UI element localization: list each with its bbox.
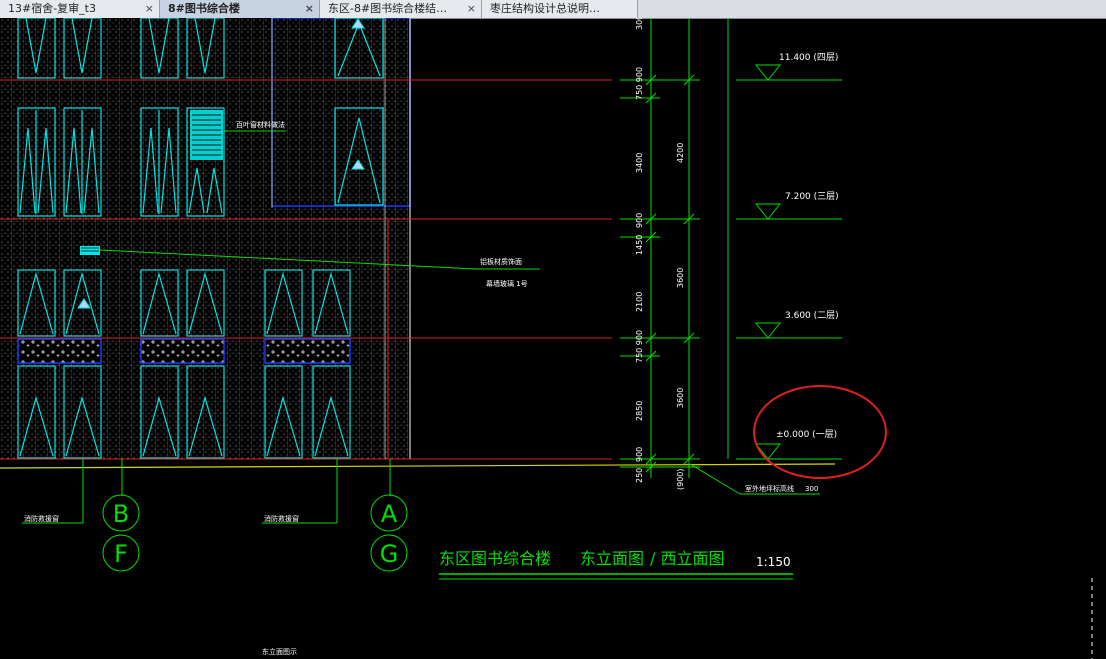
axis-label-a: A [381,500,398,528]
tab-label: 13#宿舍-复审_t3 [8,2,96,15]
dim-750-900-b: 750 900 [635,330,644,363]
tab-label: 枣庄结构设计总说明… [490,2,600,15]
dim-250: 250 [635,468,644,483]
dim-1450: 1450 [635,235,644,255]
bottom-note: 东立面图示 [262,647,297,656]
axis-label-g: G [380,540,399,568]
ground-note: 室外地坪标高线 [745,484,794,493]
elevation-0000: ±0.000 (一层) [776,429,837,440]
dim-3600: 3600 [676,268,685,288]
title-view2: / 西立面图 [650,549,724,568]
wall-note-1: 铝板材质饰面 [480,257,522,266]
title-scale: 1:150 [756,555,791,569]
louver-panel [190,110,223,160]
tab-label: 东区-8#图书综合楼结… [328,2,448,15]
axis-label-b: B [113,500,129,528]
close-icon[interactable]: × [467,0,476,18]
tab-13-dormitory[interactable]: 13#宿舍-复审_t3 × [0,0,160,18]
ground-dim: 300 [805,485,818,493]
elevation-11400: 11.400 (四层) [779,52,838,63]
title-view: 东立面图 [580,549,644,568]
axis-label-f: F [114,540,128,568]
elevation-7200: 7.200 (三层) [785,191,839,202]
title-building: 东区图书综合楼 [439,549,551,568]
left-note-2: 消防救援窗 [264,514,299,523]
wall-note-2: 幕墙玻璃 1号 [486,279,528,288]
tab-bar: 13#宿舍-复审_t3 × 8#图书综合楼 × 东区-8#图书综合楼结… × 枣… [0,0,1106,19]
dim-2850: 2850 [635,401,644,421]
cad-drawing-canvas[interactable]: B F A G 百叶窗材料做法 铝板材质饰面 幕墙玻璃 1号 消防救援窗 消防救… [0,18,1106,659]
dimension-text: 300 750 900 3400 900 1450 2100 750 900 2… [635,18,685,490]
dim-3400: 3400 [635,153,644,173]
close-icon[interactable]: × [145,0,154,18]
dim-900-b: 900 [635,447,644,462]
ground-line [0,463,836,469]
dim-2100: 2100 [635,292,644,312]
tab-8-library[interactable]: 8#图书综合楼 × [160,0,320,18]
dim-3600-b: 3600 [676,388,685,408]
dim-750-900: 750 900 [635,67,644,100]
window-note: 百叶窗材料做法 [236,120,285,129]
left-note-1: 消防救援窗 [24,514,59,523]
elevation-text: 11.400 (四层) 7.200 (三层) 3.600 (二层) ±0.000… [776,52,839,440]
elevation-markers [736,64,842,460]
title-block: 东区图书综合楼 东立面图 / 西立面图 1:150 [439,549,793,580]
axis-lines [82,459,408,572]
tab-label: 8#图书综合楼 [168,2,240,15]
close-icon[interactable]: × [305,0,314,18]
dim-300: 300 [635,18,644,30]
tab-zaozhuang-design-notes[interactable]: 枣庄结构设计总说明… [482,0,638,18]
tab-east-8-library-structure[interactable]: 东区-8#图书综合楼结… × [320,0,482,18]
axis-labels: B F A G [113,500,399,568]
dim-4200: 4200 [676,143,685,163]
facade [0,18,411,459]
dim-900: 900 [635,213,644,228]
dim-900-paren: (900) [676,468,685,490]
elevation-3600: 3.600 (二层) [785,310,839,321]
